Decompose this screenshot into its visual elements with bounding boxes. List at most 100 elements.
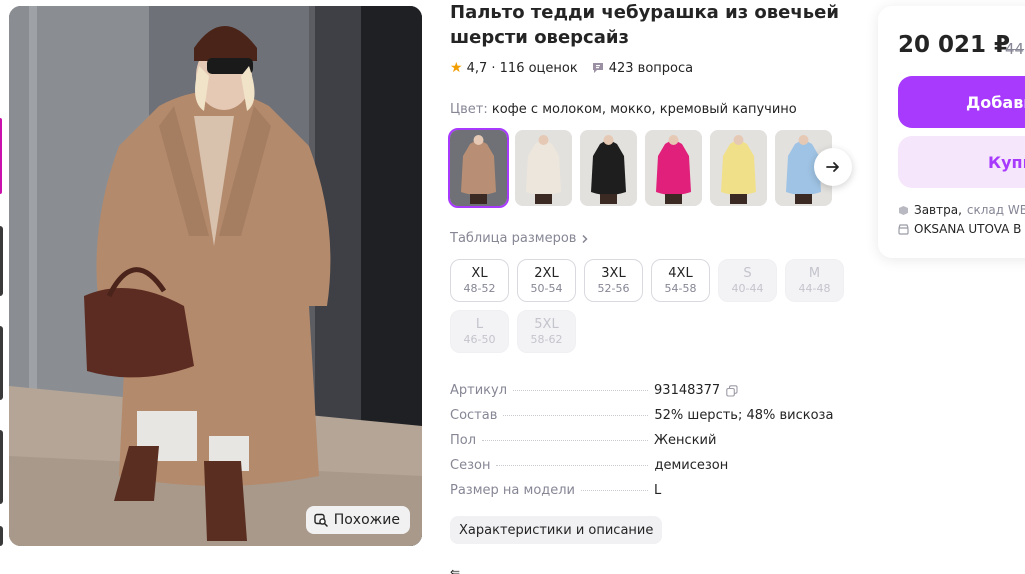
- product-title: Пальто тедди чебурашка из овечьей шерсти…: [450, 2, 839, 48]
- thumbnail-strip[interactable]: [0, 0, 6, 574]
- size-option[interactable]: 4XL 54-58: [651, 259, 710, 302]
- shop-icon: [898, 223, 909, 235]
- seller-info[interactable]: OKSANA UTOVA B: [898, 222, 1021, 236]
- size-name: 2XL: [534, 265, 559, 281]
- color-variant-white[interactable]: [515, 130, 572, 206]
- color-variant-fuchsia[interactable]: [645, 130, 702, 206]
- color-variant-black[interactable]: [580, 130, 637, 206]
- size-range: 40-44: [731, 281, 764, 295]
- rating-value[interactable]: 4,7: [467, 61, 488, 76]
- size-name: 3XL: [601, 265, 626, 281]
- spec-key: Артикул: [450, 383, 508, 398]
- spec-key: Сезон: [450, 458, 491, 473]
- variant-thumbnail: [645, 130, 702, 206]
- size-name: M: [808, 265, 821, 281]
- spec-value-text: 52% шерсть; 48% вискоза: [654, 408, 834, 423]
- spec-row: Артикул 93148377: [450, 383, 850, 408]
- spec-leader: [482, 440, 649, 441]
- spec-key: Состав: [450, 408, 498, 423]
- thumbnail[interactable]: [0, 226, 3, 296]
- spec-row: Сезон демисезон: [450, 458, 850, 483]
- variant-thumbnail: [515, 130, 572, 206]
- chevron-right-icon: [582, 234, 588, 243]
- spec-value: Женский: [654, 433, 716, 448]
- size-option: 5XL 58-62: [517, 310, 576, 353]
- specifications-list: Артикул 93148377 Состав 52% шерсть; 48% вис…: [450, 383, 850, 508]
- box-icon: [899, 205, 908, 215]
- old-price: 44: [1005, 40, 1025, 58]
- spec-value-text: демисезон: [654, 458, 729, 473]
- variant-thumbnail: [450, 130, 507, 206]
- color-value: кофе с молоком, мокко, кремовый капучино: [491, 102, 797, 117]
- star-icon: ★: [450, 60, 463, 76]
- thumbnail-selected[interactable]: [0, 118, 2, 194]
- size-range: 50-54: [530, 281, 563, 295]
- spec-leader: [496, 465, 649, 466]
- delivery-source: склад WB: [966, 203, 1025, 217]
- buy-now-button[interactable]: Купи: [898, 136, 1025, 188]
- cut-off-row: ⇐: [450, 565, 461, 574]
- questions-count[interactable]: 423 вопроса: [609, 61, 693, 76]
- variants-next-button[interactable]: [814, 148, 852, 186]
- spec-value: демисезон: [654, 458, 728, 473]
- spec-value: 52% шерсть; 48% вискоза: [654, 408, 833, 423]
- color-variant-coffee[interactable]: [448, 128, 509, 208]
- add-to-cart-button[interactable]: Добави: [898, 76, 1025, 128]
- spec-leader: [503, 415, 649, 416]
- size-option: M 44-48: [785, 259, 844, 302]
- description-button[interactable]: Характеристики и описание: [450, 516, 663, 544]
- rating-row: ★ 4,7 · 116 оценок 423 вопроса: [450, 60, 693, 76]
- buy-card: 20 021 ₽ 44 Добави Купи Завтра, склад WB…: [878, 6, 1025, 258]
- color-label: Цвет:: [450, 102, 488, 117]
- size-option[interactable]: 2XL 50-54: [517, 259, 576, 302]
- spec-leader: [581, 490, 649, 491]
- similar-label: Похожие: [333, 512, 400, 528]
- size-name: S: [743, 265, 752, 281]
- copy-icon[interactable]: [726, 384, 738, 397]
- size-name: 4XL: [668, 265, 693, 281]
- color-variants: [448, 128, 832, 208]
- price: 20 021 ₽: [898, 32, 1011, 58]
- spec-value-text: L: [654, 483, 662, 498]
- size-range: 48-52: [463, 281, 496, 295]
- size-range: 44-48: [798, 281, 831, 295]
- spec-value: L: [654, 483, 661, 498]
- spec-row: Пол Женский: [450, 433, 850, 458]
- thumbnail[interactable]: [0, 430, 3, 504]
- size-name: XL: [471, 265, 488, 281]
- spec-key: Пол: [450, 433, 477, 448]
- similar-search-icon: [314, 513, 328, 527]
- size-selector: XL 48-52 2XL 50-54 3XL 52-56 4XL 54-58 S 40-44 M 44…: [450, 259, 850, 353]
- rating-separator: ·: [487, 60, 500, 76]
- spec-leader: [513, 390, 649, 391]
- arrow-right-icon: [826, 162, 839, 172]
- thumbnail[interactable]: [0, 326, 3, 400]
- size-table-label: Таблица размеров: [450, 231, 577, 246]
- size-option: L 46-50: [450, 310, 509, 353]
- size-name: 5XL: [534, 316, 559, 332]
- spec-row: Состав 52% шерсть; 48% вискоза: [450, 408, 850, 433]
- thumbnail[interactable]: [0, 526, 3, 546]
- variant-thumbnail: [580, 130, 637, 206]
- size-range: 52-56: [597, 281, 630, 295]
- spec-value-text: 93148377: [654, 383, 721, 398]
- questions-icon: [592, 63, 603, 73]
- spec-value: 93148377: [654, 383, 738, 398]
- size-table-link[interactable]: Таблица размеров: [450, 231, 589, 246]
- spec-row: Размер на модели L: [450, 483, 850, 508]
- size-option: S 40-44: [718, 259, 777, 302]
- seller-name: OKSANA UTOVA B: [914, 222, 1022, 236]
- reviews-count[interactable]: 116 оценок: [500, 61, 578, 76]
- color-line: Цвет: кофе с молоком, мокко, кремовый ка…: [450, 102, 797, 117]
- spec-value-text: Женский: [654, 433, 717, 448]
- size-name: L: [475, 316, 484, 332]
- color-variant-yellow[interactable]: [710, 130, 767, 206]
- product-main-photo[interactable]: Похожие: [9, 6, 422, 546]
- size-option[interactable]: 3XL 52-56: [584, 259, 643, 302]
- delivery-info: Завтра, склад WB: [898, 203, 1025, 217]
- similar-button[interactable]: Похожие: [305, 506, 410, 534]
- spec-key: Размер на модели: [450, 483, 576, 498]
- size-range: 46-50: [463, 332, 496, 346]
- variant-thumbnail: [710, 130, 767, 206]
- size-option[interactable]: XL 48-52: [450, 259, 509, 302]
